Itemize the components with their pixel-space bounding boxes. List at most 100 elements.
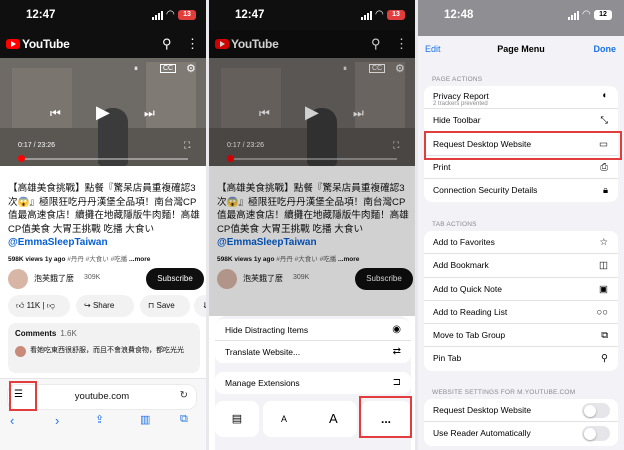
section-header-page-actions: PAGE ACTIONS xyxy=(432,76,483,83)
status-time: 12:47 xyxy=(235,9,265,21)
autoplay-toggle-icon[interactable]: ⏸ xyxy=(134,64,138,74)
captions-icon[interactable]: CC xyxy=(160,64,177,73)
background-dim-overlay[interactable] xyxy=(209,30,415,316)
bookmark-icon: ⊓ xyxy=(148,301,155,310)
desktop-icon: ▭ xyxy=(599,138,608,150)
hide-distracting-items-row[interactable]: Hide Distracting Items ◉ xyxy=(215,319,411,341)
row-label: Hide Distracting Items xyxy=(225,325,309,335)
move-to-tab-group-row[interactable]: Move to Tab Group ⧉ xyxy=(424,324,618,348)
more-vert-icon[interactable]: ⋮ xyxy=(186,36,199,52)
address-bar[interactable]: ☰ youtube.com ↻ xyxy=(8,385,196,409)
connection-security-row[interactable]: Connection Security Details 🔒︎ xyxy=(424,179,618,202)
row-label: Use Reader Automatically xyxy=(433,428,531,439)
youtube-header: YouTube ⚲ ⋮ xyxy=(0,30,206,58)
save-button[interactable]: ⊓ Save xyxy=(140,295,190,317)
channel-handle-link[interactable]: @EmmaSleepTaiwan xyxy=(8,236,200,250)
add-to-quick-note-row[interactable]: Add to Quick Note ▣ xyxy=(424,278,618,301)
share-sheet-icon[interactable]: ⇪ xyxy=(95,413,104,426)
action-row: 👍︎ 11K | 👎︎ ↪ Share ⊓ Save ⇓ xyxy=(8,295,206,317)
tab-group-icon: ⧉ xyxy=(601,330,608,342)
channel-name[interactable]: 泡芙餓了麼 xyxy=(34,273,74,284)
request-desktop-website-row[interactable]: Request Desktop Website ▭ xyxy=(424,133,618,156)
top-comment: 看她吃東西很舒服，而且不會浪費食物，都吃光光 xyxy=(30,347,184,354)
privacy-report-row[interactable]: Privacy Report 2 trackers prevented ◐ xyxy=(424,86,618,110)
bookmarks-icon[interactable]: ▥ xyxy=(140,413,150,426)
more-link[interactable]: ...more xyxy=(129,256,150,263)
add-to-reading-list-row[interactable]: Add to Reading List ○○ xyxy=(424,301,618,325)
reload-icon[interactable]: ↻ xyxy=(180,390,188,401)
row-label: Pin Tab xyxy=(433,353,462,364)
row-label: Print xyxy=(433,161,451,172)
page-menu-full-panel: 12:48 ◠ 12 Edit Page Menu Done PAGE ACTI… xyxy=(418,0,624,450)
previous-icon[interactable]: ⏮ xyxy=(50,106,61,121)
video-scrubber[interactable] xyxy=(18,155,25,162)
font-size-control: A A xyxy=(263,401,357,437)
request-desktop-toggle[interactable] xyxy=(582,403,610,418)
section-header-website-settings: WEBSITE SETTINGS FOR M.YOUTUBE.COM xyxy=(432,389,576,396)
more-actions-button[interactable]: ⇓ xyxy=(194,295,206,317)
add-bookmark-row[interactable]: Add Bookmark ◫ xyxy=(424,254,618,278)
translate-website-row[interactable]: Translate Website... ⇄ xyxy=(215,341,411,363)
pin-icon: ⚲ xyxy=(601,353,608,365)
row-sublabel: 2 trackers prevented xyxy=(433,101,488,107)
video-progress-bar[interactable] xyxy=(18,158,188,160)
avatar xyxy=(15,346,26,357)
status-bar: 12:48 ◠ 12 xyxy=(418,0,624,30)
row-label: Request Desktop Website xyxy=(433,405,532,415)
status-bar: 12:47 ◠ 13 xyxy=(0,0,206,30)
back-icon[interactable]: ‹ xyxy=(10,413,14,428)
video-player[interactable]: ⏸ CC ⚙ ⏮ ▶ ⏭ 0:17 / 23:26 ⛶ xyxy=(0,58,206,166)
font-larger-button[interactable]: A xyxy=(329,401,338,437)
row-label: Add to Quick Note xyxy=(433,283,502,294)
thumbs-up-icon: 👍︎ xyxy=(16,301,25,310)
wifi-icon: ◠ xyxy=(166,9,175,20)
fullscreen-icon[interactable]: ⛶ xyxy=(184,140,190,151)
video-title: 【高雄美食挑戰】點餐『驚呆店員重複確認3次😱』極限狂吃丹丹漢堡全品項！南台灣CP… xyxy=(8,183,200,235)
subscriber-count: 309K xyxy=(84,274,101,281)
more-options-button[interactable]: ... xyxy=(361,401,411,437)
reader-mode-button[interactable]: ▤ xyxy=(215,401,259,437)
comments-header: Comments 1.6K xyxy=(15,329,77,338)
row-label: Request Desktop Website xyxy=(433,138,532,149)
translate-icon: ⇄ xyxy=(392,346,401,357)
add-to-favorites-row[interactable]: Add to Favorites ☆ xyxy=(424,231,618,255)
signal-icon xyxy=(152,11,163,20)
share-label: Share xyxy=(92,301,115,310)
forward-icon[interactable]: › xyxy=(55,413,59,428)
settings-gear-icon[interactable]: ⚙ xyxy=(186,62,196,75)
avatar[interactable] xyxy=(8,269,28,289)
like-button[interactable]: 👍︎ 11K | 👎︎ xyxy=(8,295,70,317)
play-icon[interactable]: ▶ xyxy=(96,102,110,123)
hide-toolbar-row[interactable]: Hide Toolbar ⤡ xyxy=(424,109,618,133)
video-frame-building xyxy=(12,68,72,128)
video-tags: #丹丹 #大食い #吃播 xyxy=(67,256,128,263)
pin-tab-row[interactable]: Pin Tab ⚲ xyxy=(424,347,618,370)
share-button[interactable]: ↪ Share xyxy=(76,295,134,317)
share-icon: ↪ xyxy=(84,301,91,310)
comments-panel[interactable]: Comments 1.6K 看她吃東西很舒服，而且不會浪費食物，都吃光光 xyxy=(8,323,200,373)
search-icon[interactable]: ⚲ xyxy=(162,36,172,52)
youtube-wordmark[interactable]: YouTube xyxy=(22,37,70,51)
wifi-icon: ◠ xyxy=(375,9,384,20)
video-title-block[interactable]: 【高雄美食挑戰】點餐『驚呆店員重複確認3次😱』極限狂吃丹丹漢堡全品項！南台灣CP… xyxy=(8,182,200,250)
reader-auto-toggle[interactable] xyxy=(582,426,610,442)
subscribe-button[interactable]: Subscribe xyxy=(146,268,204,290)
channel-row: 泡芙餓了麼 309K Subscribe xyxy=(8,268,204,290)
eye-slash-icon: ◉ xyxy=(392,324,401,335)
video-timestamp: 0:17 / 23:26 xyxy=(18,142,55,149)
status-time: 12:48 xyxy=(444,9,474,21)
row-label: Translate Website... xyxy=(225,347,301,357)
done-button[interactable]: Done xyxy=(594,44,617,54)
print-row[interactable]: Print ⎙ xyxy=(424,156,618,180)
manage-extensions-row[interactable]: Manage Extensions ⊐ xyxy=(215,372,411,394)
next-icon[interactable]: ⏭ xyxy=(144,106,155,121)
website-settings-group: Request Desktop Website Use Reader Autom… xyxy=(424,399,618,446)
row-label: Hide Toolbar xyxy=(433,115,481,126)
youtube-logo-icon[interactable] xyxy=(6,39,20,49)
status-bar: 12:47 ◠ 13 xyxy=(209,0,415,30)
font-smaller-button[interactable]: A xyxy=(281,401,287,437)
page-actions-group: Privacy Report 2 trackers prevented ◐ Hi… xyxy=(424,86,618,203)
tabs-icon[interactable]: ⧉ xyxy=(180,413,188,426)
row-label: Move to Tab Group xyxy=(433,330,506,341)
book-icon: ◫ xyxy=(599,260,608,272)
